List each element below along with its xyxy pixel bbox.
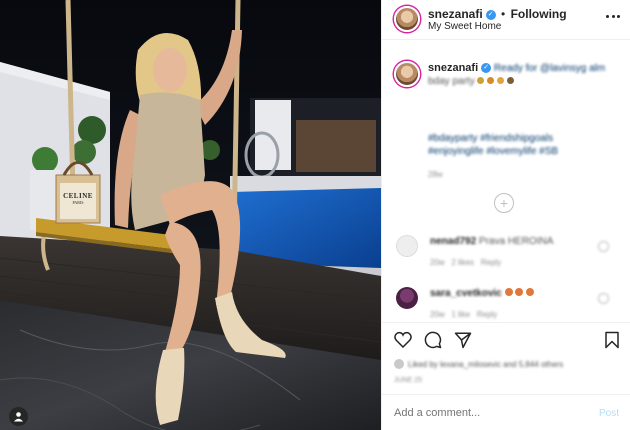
comment-time: 20w xyxy=(430,310,445,319)
caption-body: snezanafi ✓ Ready for @lavinsyg alm bday … xyxy=(428,62,623,181)
comment-reply[interactable]: Reply xyxy=(477,310,497,319)
user-icon xyxy=(14,412,23,422)
comment-time: 20w xyxy=(430,258,445,267)
comment-icon[interactable] xyxy=(424,331,442,349)
share-icon[interactable] xyxy=(454,331,472,349)
heart-icon[interactable] xyxy=(394,331,412,348)
caption-verified-icon: ✓ xyxy=(481,63,492,74)
comment-avatar[interactable] xyxy=(396,287,418,309)
caption-username[interactable]: snezanafi xyxy=(428,62,478,74)
post-photo[interactable]: CELINE PARIS xyxy=(0,0,381,430)
post-comment-button[interactable]: Post xyxy=(599,408,619,419)
bag-logo: CELINE PARIS xyxy=(60,192,96,205)
verified-badge-icon: ✓ xyxy=(485,9,496,20)
liker-avatar xyxy=(394,359,404,369)
action-bar xyxy=(382,326,630,354)
more-options-icon[interactable] xyxy=(606,10,620,22)
author-avatar[interactable] xyxy=(394,6,420,32)
comment-item: nenad792 Prava HEROINA 20w 2 likes Reply xyxy=(382,232,630,272)
tagged-users-button[interactable] xyxy=(9,407,28,426)
likes-text[interactable]: Liked by lexana_milosevic and 5,844 othe… xyxy=(408,360,563,369)
add-comment-input[interactable] xyxy=(394,404,584,422)
caption-text-line2: bday party xyxy=(428,76,475,88)
comment-likes[interactable]: 1 like xyxy=(451,310,470,319)
comment-username[interactable]: sara_cvetkovic xyxy=(430,288,502,299)
likes-summary[interactable]: Liked by lexana_milosevic and 5,844 othe… xyxy=(394,359,563,369)
following-button[interactable]: Following xyxy=(511,7,567,21)
caption-hashtags-line1[interactable]: #bdayparty #friendshipgoals xyxy=(428,132,623,145)
post-location[interactable]: My Sweet Home xyxy=(428,21,501,32)
add-comment-bar: Post xyxy=(382,396,630,430)
follow-separator: • xyxy=(501,7,506,21)
header-divider xyxy=(382,39,630,40)
post-details-panel: snezanafi ✓ • Following My Sweet Home sne… xyxy=(381,0,630,430)
bag-brand: CELINE xyxy=(63,192,93,200)
caption-time: 28w xyxy=(428,170,443,180)
bag-sub: PARIS xyxy=(72,200,84,205)
comment-username[interactable]: nenad792 xyxy=(430,236,476,247)
comment-item: sara_cvetkovic 20w 1 like Reply xyxy=(382,284,630,324)
actions-divider xyxy=(382,322,630,323)
comment-text: Prava HEROINA xyxy=(478,236,554,247)
caption-hashtags-line2[interactable]: #enjoyinglife #lovemylife #SB xyxy=(428,145,623,158)
post-date[interactable]: June 25 xyxy=(394,377,422,384)
comment-likes[interactable]: 2 likes xyxy=(451,258,474,267)
comment-box-divider xyxy=(382,394,630,395)
comment-reply[interactable]: Reply xyxy=(481,258,501,267)
comment-like-heart-icon[interactable] xyxy=(598,241,609,252)
plus-icon: + xyxy=(499,195,509,211)
heart-emoji-group xyxy=(504,288,535,299)
post-photo-illustration xyxy=(0,0,381,430)
bookmark-icon[interactable] xyxy=(604,331,620,349)
comment-avatar[interactable] xyxy=(396,235,418,257)
load-more-comments-button[interactable]: + xyxy=(494,193,514,213)
post-header: snezanafi ✓ • Following My Sweet Home xyxy=(382,0,630,35)
emoji-group xyxy=(477,75,514,88)
comment-like-heart-icon[interactable] xyxy=(598,293,609,304)
header-title-line: snezanafi ✓ • Following xyxy=(428,7,567,21)
caption-text-line1: Ready for @lavinsyg alm xyxy=(493,63,606,74)
caption-avatar[interactable] xyxy=(394,61,420,87)
author-username[interactable]: snezanafi xyxy=(428,7,483,21)
